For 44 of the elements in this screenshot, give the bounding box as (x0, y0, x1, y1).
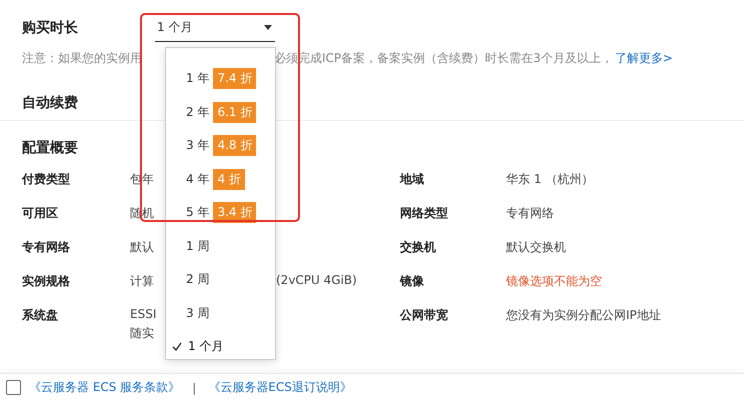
agree-checkbox[interactable] (6, 380, 21, 395)
summary-value: 默认交换机 (506, 240, 566, 254)
duration-option[interactable]: 5 年 3.4 折 (166, 196, 275, 230)
duration-option[interactable]: 2 周 (166, 263, 275, 296)
summary-label: 实例规格 (22, 273, 71, 290)
discount-badge: 4 折 (213, 168, 245, 190)
summary-value: 您没有为实例分配公网IP地址 (506, 308, 661, 322)
learn-more-link[interactable]: 了解更多> (614, 50, 673, 67)
field-label: 购买时长 (22, 19, 78, 37)
caret-icon (264, 25, 272, 30)
summary-label: 网络类型 (400, 205, 449, 222)
summary-label: 交换机 (400, 239, 437, 256)
summary-label: 可用区 (22, 205, 59, 222)
duration-option[interactable]: 3 周 (166, 296, 275, 330)
discount-badge: 6.1 折 (213, 102, 256, 123)
discount-badge: 7.4 折 (213, 68, 256, 90)
duration-option[interactable]: 1 年 7.4 折 (166, 62, 275, 96)
summary-value: 随实 (130, 325, 154, 342)
discount-badge: 4.8 折 (213, 135, 256, 156)
discount-badge: 3.4 折 (213, 202, 256, 224)
summary-value: 镜像选项不能为空 (506, 274, 602, 288)
summary-value: (2vCPU 4GiB) (276, 273, 357, 287)
duration-option[interactable]: 3 年 4.8 折 (166, 129, 275, 162)
duration-option[interactable]: 2 年 6.1 折 (166, 96, 275, 129)
summary-label: 专有网络 (22, 239, 71, 256)
terms-link[interactable]: 《云服务器 ECS 服务条款》 (29, 379, 180, 396)
summary-label: 地域 (400, 171, 425, 188)
summary-value: 专有网络 (506, 206, 554, 220)
summary-value: 计算 (130, 273, 154, 290)
summary-label: 镜像 (400, 273, 425, 290)
summary-value: 默认 (130, 239, 154, 256)
terms-link[interactable]: 《云服务器ECS退订说明》 (208, 379, 352, 396)
summary-label: 系统盘 (22, 307, 59, 324)
check-icon (172, 342, 182, 352)
summary-label: 付费类型 (22, 171, 71, 188)
separator-text: | (192, 380, 196, 394)
section-label: 自动续费 (22, 94, 78, 112)
duration-option[interactable]: 4 年 4 折 (166, 162, 275, 196)
summary-value: 华东 1 （杭州） (506, 172, 594, 186)
section-title: 配置概要 (22, 139, 78, 157)
duration-option[interactable]: 1 周 (166, 230, 275, 263)
summary-label: 公网带宽 (400, 307, 449, 324)
summary-value: ESSI (130, 307, 156, 321)
duration-option[interactable]: 1 个月 (166, 330, 275, 364)
